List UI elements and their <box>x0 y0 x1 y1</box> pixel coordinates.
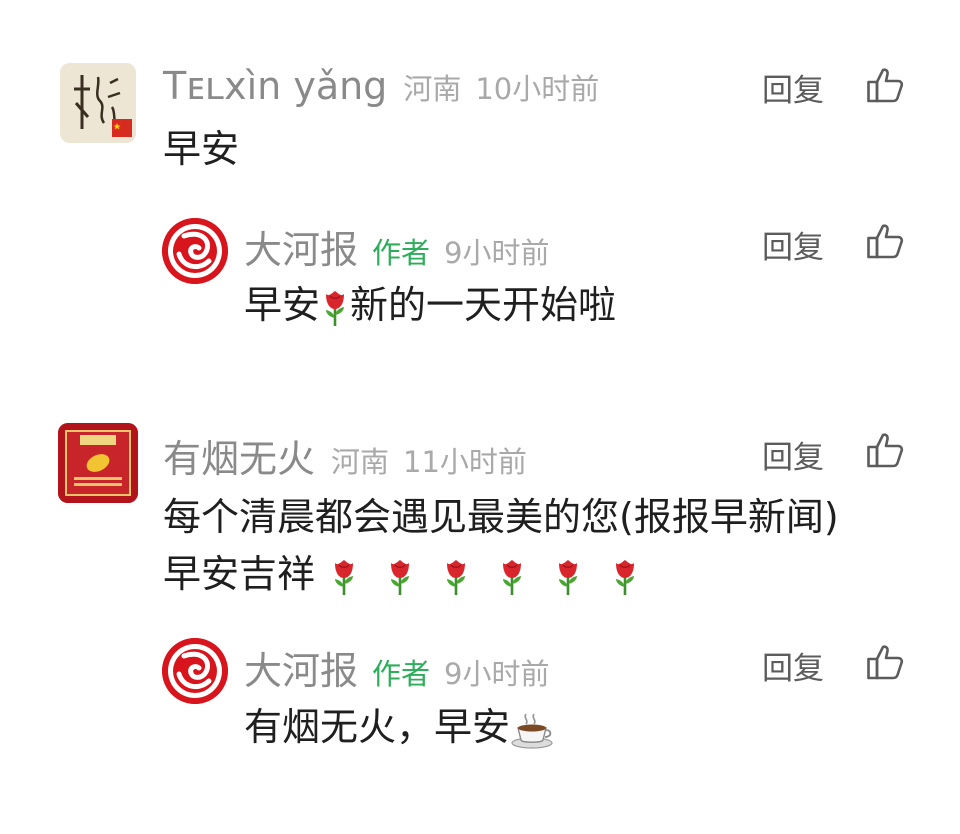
comment-text-part: 早安吉祥 <box>163 552 316 596</box>
rose-icon <box>610 557 640 597</box>
dahe-logo-icon[interactable] <box>162 638 228 704</box>
comment-time: 10小时前 <box>475 72 600 106</box>
rose-icon <box>329 557 359 597</box>
comment-meta: Tᴇʟxìn yǎng 河南 10小时前 <box>163 64 599 108</box>
cigarette-pack-avatar-icon <box>58 423 138 503</box>
reply-author-name[interactable]: 大河报 <box>244 640 358 695</box>
commenter-location: 河南 <box>403 72 462 106</box>
thumbs-up-icon[interactable] <box>866 222 904 260</box>
reply-button[interactable]: 回复 <box>762 432 824 477</box>
reply-meta: 大河报 作者 9小时前 <box>244 640 549 695</box>
author-badge: 作者 <box>372 657 431 691</box>
reply-time: 9小时前 <box>444 657 550 691</box>
reply-text-part: 有烟无火，早安 <box>244 705 511 749</box>
reply-text-part: 早安 <box>244 283 321 327</box>
commenter-location: 河南 <box>331 445 390 479</box>
calligraphy-avatar-icon <box>60 63 136 143</box>
rose-icon <box>385 557 415 597</box>
rose-icon <box>441 557 471 597</box>
reply-text-part: 新的一天开始啦 <box>350 283 617 327</box>
comment-text: 早安 <box>163 127 240 171</box>
rose-icon <box>497 557 527 597</box>
reply-text: 有烟无火，早安 <box>244 702 554 752</box>
reply-text: 早安 新的一天开始啦 <box>244 280 616 330</box>
avatar[interactable] <box>58 423 138 503</box>
thumbs-up-icon[interactable] <box>866 643 904 681</box>
comment-text: 每个清晨都会遇见最美的您(报报早新闻) <box>163 495 839 539</box>
commenter-name[interactable]: 有烟无火 <box>163 428 315 483</box>
comment-time: 11小时前 <box>403 445 527 479</box>
reply-time: 9小时前 <box>444 236 550 270</box>
reply-button[interactable]: 回复 <box>762 65 824 110</box>
dahe-logo-icon[interactable] <box>162 218 228 284</box>
reply-meta: 大河报 作者 9小时前 <box>244 219 549 274</box>
commenter-name[interactable]: Tᴇʟxìn yǎng <box>163 64 387 108</box>
thumbs-up-icon[interactable] <box>866 431 904 469</box>
comment-text: 早安吉祥 <box>163 549 640 599</box>
thumbs-up-icon[interactable] <box>866 66 904 104</box>
coffee-cup-icon <box>511 712 553 749</box>
comment-meta: 有烟无火 河南 11小时前 <box>163 428 527 483</box>
reply-button[interactable]: 回复 <box>762 643 824 688</box>
reply-button[interactable]: 回复 <box>762 222 824 267</box>
rose-icon <box>320 288 350 328</box>
avatar[interactable] <box>60 63 136 143</box>
reply-author-name[interactable]: 大河报 <box>244 219 358 274</box>
author-badge: 作者 <box>372 236 431 270</box>
rose-icon <box>553 557 583 597</box>
